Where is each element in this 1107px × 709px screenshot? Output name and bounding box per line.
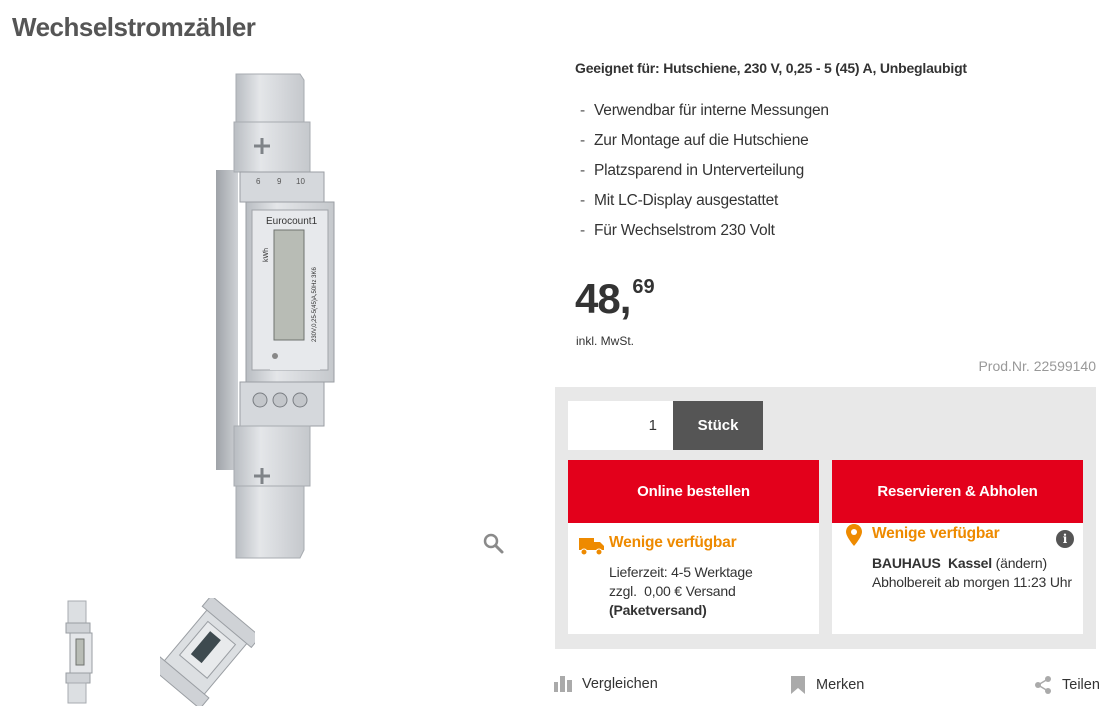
svg-text:9: 9 bbox=[277, 177, 282, 186]
unit-button[interactable]: Stück bbox=[673, 401, 763, 450]
suitable-for-text: Geeignet für: Hutschiene, 230 V, 0,25 - … bbox=[575, 60, 967, 76]
feature-item: - Für Wechselstrom 230 Volt bbox=[580, 220, 829, 250]
feature-bullet: - bbox=[580, 102, 585, 119]
store-brand: BAUHAUS bbox=[872, 555, 941, 571]
quantity-input[interactable] bbox=[568, 401, 673, 450]
feature-bullet: - bbox=[580, 132, 585, 149]
product-image[interactable]: 6 9 10 Eurocount1 kWh 230V,0,25-5(45)A,5… bbox=[200, 70, 340, 565]
feature-item: - Zur Montage auf die Hutschiene bbox=[580, 130, 829, 160]
feature-item: - Verwendbar für interne Messungen bbox=[580, 100, 829, 130]
svg-text:10: 10 bbox=[296, 177, 305, 186]
online-order-button[interactable]: Online bestellen bbox=[568, 460, 819, 523]
meter-spec-label: 230V,0,25-5(45)A,50Hz 3K6 bbox=[312, 267, 318, 342]
svg-text:6: 6 bbox=[256, 177, 261, 186]
feature-text: Für Wechselstrom 230 Volt bbox=[594, 222, 775, 239]
reserve-availability: Wenige verfügbar bbox=[872, 525, 1000, 542]
compare-icon bbox=[554, 676, 572, 692]
delivery-time: Lieferzeit: 4-5 Werktage bbox=[609, 564, 753, 580]
feature-bullet: - bbox=[580, 222, 585, 239]
shipping-cost: zzgl. 0,00 € Versand bbox=[609, 583, 736, 599]
pickup-time: Abholbereit ab morgen 11:23 Uhr bbox=[872, 574, 1072, 590]
compare-action[interactable]: Vergleichen bbox=[554, 676, 658, 692]
location-pin-icon bbox=[846, 524, 862, 546]
store-info: BAUHAUS Kassel (ändern) Abholbereit ab m… bbox=[872, 554, 1072, 592]
shipping-type: (Paketversand) bbox=[609, 602, 707, 618]
remember-action[interactable]: Merken bbox=[790, 676, 864, 694]
feature-bullet: - bbox=[580, 192, 585, 209]
truck-icon bbox=[579, 536, 605, 556]
page-title: Wechselstromzähler bbox=[12, 12, 256, 42]
store-line: BAUHAUS Kassel (ändern) bbox=[872, 554, 1072, 573]
thumbnail-angled[interactable] bbox=[150, 594, 262, 709]
energy-meter-illustration: 6 9 10 Eurocount1 kWh 230V,0,25-5(45)A,5… bbox=[216, 73, 335, 559]
feature-item: - Platzsparend in Unterverteilung bbox=[580, 160, 829, 190]
thumbnail-front[interactable] bbox=[58, 597, 98, 707]
remember-label: Merken bbox=[816, 677, 865, 693]
feature-text: Platzsparend in Unterverteilung bbox=[594, 162, 805, 179]
share-action[interactable]: Teilen bbox=[1034, 676, 1100, 694]
bookmark-icon bbox=[791, 676, 805, 694]
vat-note: inkl. MwSt. bbox=[576, 334, 635, 348]
online-delivery-info: Lieferzeit: 4-5 Werktage zzgl. 0,00 € Ve… bbox=[609, 563, 753, 620]
price-cents: 69 bbox=[632, 276, 655, 298]
feature-item: - Mit LC-Display ausgestattet bbox=[580, 190, 829, 220]
reserve-pickup-card: Reservieren & Abholen bbox=[832, 460, 1083, 634]
feature-text: Zur Montage auf die Hutschiene bbox=[594, 132, 809, 149]
meter-brand-label: Eurocount1 bbox=[266, 216, 318, 227]
feature-text: Verwendbar für interne Messungen bbox=[594, 102, 829, 119]
product-number: Prod.Nr. 22599140 bbox=[978, 358, 1096, 374]
store-city: Kassel bbox=[948, 555, 992, 571]
reserve-pickup-button[interactable]: Reservieren & Abholen bbox=[832, 460, 1083, 523]
change-store-link[interactable]: (ändern) bbox=[996, 555, 1048, 571]
online-availability: Wenige verfügbar bbox=[609, 534, 737, 551]
price-main: 48, bbox=[575, 275, 631, 322]
share-label: Teilen bbox=[1062, 677, 1100, 693]
meter-unit-label: kWh bbox=[263, 248, 270, 262]
price: 48, 69 bbox=[575, 275, 655, 323]
feature-list: - Verwendbar für interne Messungen - Zur M… bbox=[580, 100, 829, 250]
feature-bullet: - bbox=[580, 162, 585, 179]
info-icon[interactable]: i bbox=[1056, 530, 1074, 548]
compare-label: Vergleichen bbox=[582, 676, 658, 692]
share-icon bbox=[1035, 676, 1051, 694]
feature-text: Mit LC-Display ausgestattet bbox=[594, 192, 779, 209]
zoom-icon[interactable] bbox=[482, 532, 506, 556]
